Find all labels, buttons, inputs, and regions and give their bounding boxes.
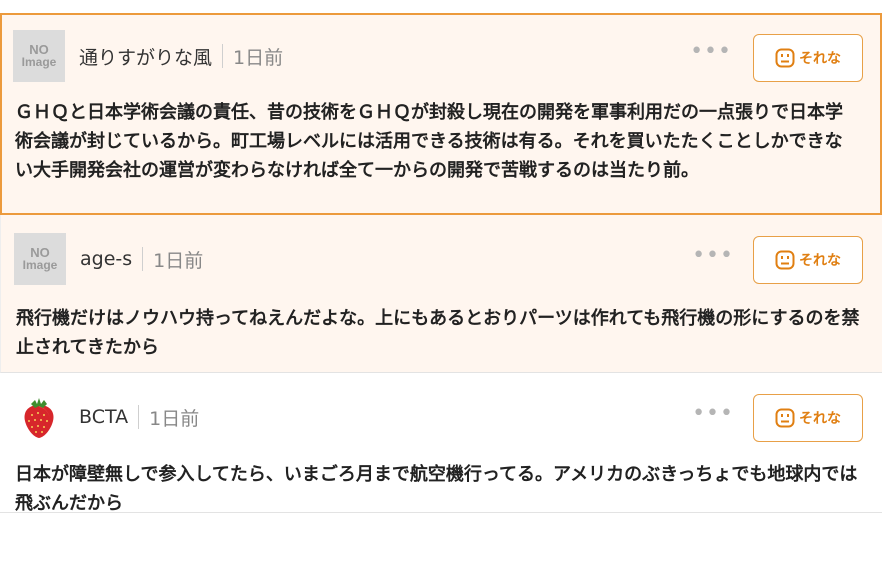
comment-header: BCTA 1日前 <box>13 391 199 443</box>
comment-header: NO Image age-s 1日前 <box>14 233 203 285</box>
divider <box>222 44 224 68</box>
comment-text: ＧＨＱと日本学術会議の責任、昔の技術をＧＨＱが封殺し現在の開発を軍事利用だの一点… <box>15 102 843 181</box>
reaction-label: それな <box>799 253 841 269</box>
reaction-button[interactable]: それな <box>753 34 863 82</box>
ellipsis-icon: ••• <box>692 401 734 426</box>
more-options-button[interactable]: ••• <box>690 41 732 63</box>
reaction-button[interactable]: それな <box>753 236 863 284</box>
ellipsis-icon: ••• <box>692 243 734 268</box>
timestamp: 1日前 <box>153 249 204 272</box>
comment-feed: NO Image 通りすがりな風 1日前 ••• それな ＧＨＱと日本学術会議の… <box>0 13 882 514</box>
avatar[interactable] <box>13 391 65 443</box>
divider <box>142 247 144 271</box>
comment-text: 飛行機だけはノウハウ持ってねえんだよな。上にもあるとおりパーツは作れても飛行機の… <box>16 308 860 358</box>
comment-text: 日本が障壁無しで参入してたら、いまごろ月まで航空機行ってる。アメリカのぶきっちょ… <box>15 464 858 514</box>
avatar-placeholder-text: Image <box>21 55 57 69</box>
avatar[interactable]: NO Image <box>14 233 66 285</box>
comment-item: NO Image 通りすがりな風 1日前 ••• それな ＧＨＱと日本学術会議の… <box>0 13 882 215</box>
timestamp: 1日前 <box>149 407 200 430</box>
reaction-label: それな <box>799 411 841 427</box>
comment-header: NO Image 通りすがりな風 1日前 <box>13 30 283 82</box>
reaction-button[interactable]: それな <box>753 394 863 442</box>
strawberry-icon <box>24 398 54 438</box>
comment-item: BCTA 1日前 ••• それな 日本が障壁無しで参入してたら、いまごろ月まで航… <box>0 373 882 514</box>
more-options-button[interactable]: ••• <box>692 403 734 425</box>
reaction-label: それな <box>799 51 841 67</box>
timestamp: 1日前 <box>233 46 284 69</box>
divider <box>138 405 140 429</box>
neutral-face-icon <box>775 48 795 68</box>
comment-item: NO Image age-s 1日前 ••• それな 飛行機だけはノウハウ持って… <box>0 215 882 373</box>
neutral-face-icon <box>775 250 795 270</box>
username[interactable]: age-s <box>80 248 132 270</box>
more-options-button[interactable]: ••• <box>692 245 734 267</box>
neutral-face-icon <box>775 408 795 428</box>
username[interactable]: BCTA <box>79 406 128 428</box>
ellipsis-icon: ••• <box>690 39 732 64</box>
username[interactable]: 通りすがりな風 <box>79 43 212 70</box>
avatar[interactable]: NO Image <box>13 30 65 82</box>
avatar-placeholder-text: Image <box>22 258 58 272</box>
